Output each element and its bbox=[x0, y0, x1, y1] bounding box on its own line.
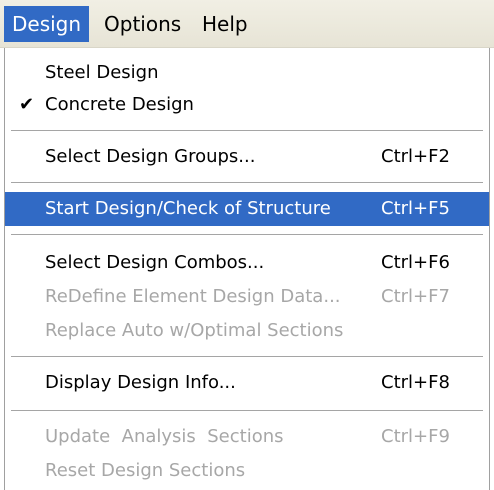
menu-separator bbox=[11, 356, 483, 358]
menu-item-label: Start Design/Check of Structure bbox=[45, 198, 331, 219]
menu-item-label: ReDefine Element Design Data... bbox=[45, 286, 341, 307]
menu-item-update-analysis-sections[interactable]: Update Analysis Sections Ctrl+F9 bbox=[5, 420, 489, 454]
menu-item-label: Concrete Design bbox=[45, 94, 194, 115]
menu-item-label: Update Analysis Sections bbox=[45, 426, 284, 447]
menu-item-shortcut: Ctrl+F6 bbox=[381, 252, 450, 273]
menu-item-reset-design-sections[interactable]: Reset Design Sections bbox=[5, 454, 489, 488]
menu-bar: Design Options Help bbox=[0, 0, 494, 48]
menu-separator bbox=[11, 410, 483, 412]
menu-item-label: Steel Design bbox=[45, 62, 159, 83]
menu-item-shortcut: Ctrl+F5 bbox=[381, 198, 450, 219]
menu-separator bbox=[11, 234, 483, 236]
menu-item-redefine-element-design-data[interactable]: ReDefine Element Design Data... Ctrl+F7 bbox=[5, 280, 489, 314]
menu-item-start-design-check[interactable]: Start Design/Check of Structure Ctrl+F5 bbox=[5, 192, 489, 226]
menu-item-label: Display Design Info... bbox=[45, 372, 236, 393]
menu-item-label: Select Design Combos... bbox=[45, 252, 265, 273]
menu-help[interactable]: Help bbox=[194, 6, 256, 42]
menu-separator bbox=[11, 182, 483, 184]
menu-separator bbox=[11, 130, 483, 132]
menu-item-replace-auto-optimal[interactable]: Replace Auto w/Optimal Sections bbox=[5, 314, 489, 348]
menu-item-shortcut: Ctrl+F2 bbox=[381, 146, 450, 167]
menu-design[interactable]: Design bbox=[4, 6, 90, 42]
menu-options[interactable]: Options bbox=[96, 6, 189, 42]
menu-item-shortcut: Ctrl+F7 bbox=[381, 286, 450, 307]
checkmark-icon: ✔ bbox=[19, 94, 35, 115]
menu-item-label: Select Design Groups... bbox=[45, 146, 256, 167]
menu-item-label: Reset Design Sections bbox=[45, 460, 246, 481]
menu-item-concrete-design[interactable]: ✔ Concrete Design bbox=[5, 88, 489, 122]
menu-item-label: Replace Auto w/Optimal Sections bbox=[45, 320, 344, 341]
menu-item-steel-design[interactable]: Steel Design bbox=[5, 56, 489, 90]
menu-item-select-design-combos[interactable]: Select Design Combos... Ctrl+F6 bbox=[5, 246, 489, 280]
design-dropdown-menu: Steel Design ✔ Concrete Design Select De… bbox=[4, 48, 490, 490]
menu-item-shortcut: Ctrl+F8 bbox=[381, 372, 450, 393]
menu-item-shortcut: Ctrl+F9 bbox=[381, 426, 450, 447]
menu-item-display-design-info[interactable]: Display Design Info... Ctrl+F8 bbox=[5, 366, 489, 400]
menu-item-select-design-groups[interactable]: Select Design Groups... Ctrl+F2 bbox=[5, 140, 489, 174]
